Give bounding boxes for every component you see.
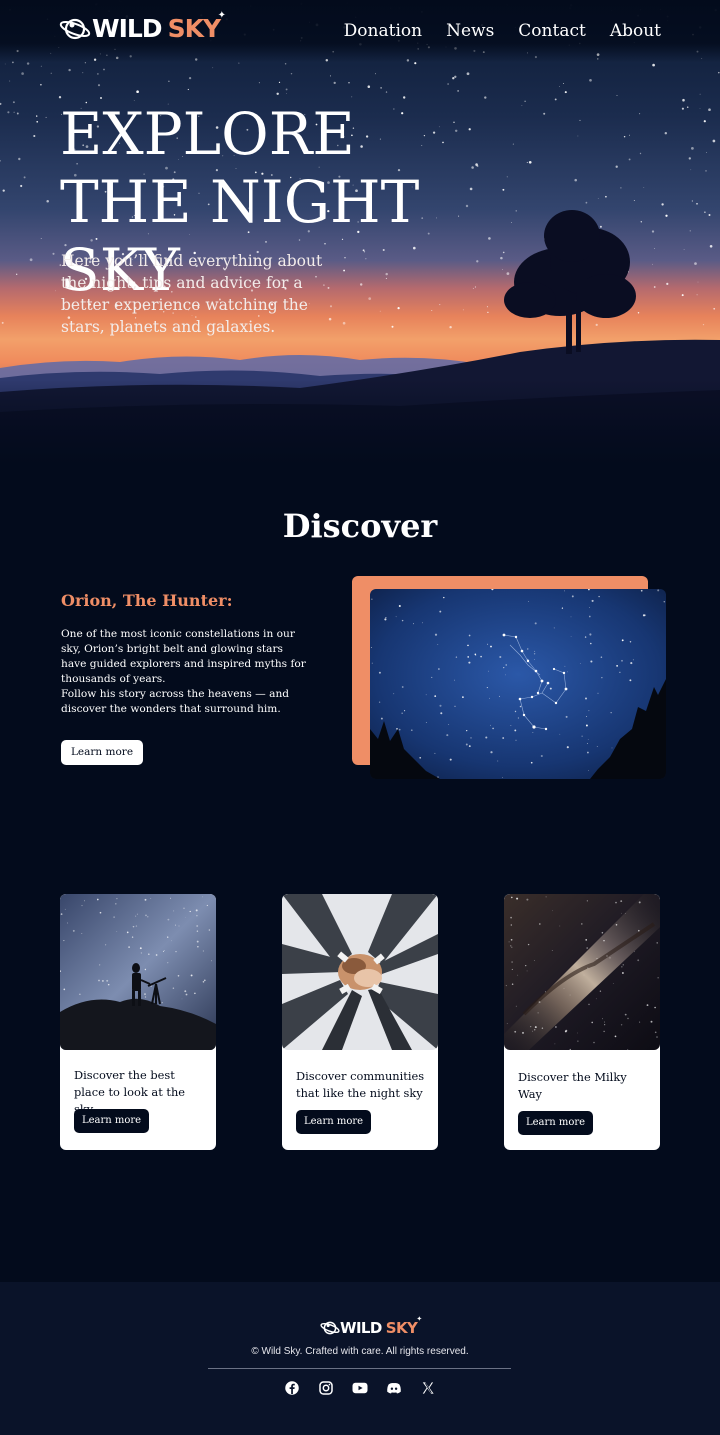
planet-logo-icon [320, 1321, 340, 1335]
card-title: Discover communities that like the night… [296, 1069, 425, 1100]
logo[interactable]: WILD SKY ✦ [59, 10, 226, 45]
footer-divider [208, 1368, 511, 1369]
sparkle-icon: ✦ [217, 10, 227, 21]
feature-paragraph-1: One of the most iconic constellations in… [61, 628, 306, 685]
hands-together-image [282, 894, 438, 1050]
footer-logo[interactable]: WILD SKY ✦ [320, 1315, 422, 1338]
footer-logo-text: WILD [340, 1319, 382, 1337]
card-learn-more-button[interactable]: Learn more [74, 1109, 149, 1133]
social-links [0, 1379, 720, 1397]
main-nav: Donation News Contact About [344, 19, 661, 43]
milky-way-image [504, 894, 660, 1050]
planet-logo-icon [59, 18, 91, 40]
card-best-place[interactable]: Discover the best place to look at the s… [60, 894, 216, 1150]
nav-about[interactable]: About [610, 19, 661, 43]
footer-logo-accent-text: SKY [385, 1319, 418, 1337]
feature-paragraph-2: Follow his story across the heavens — an… [61, 688, 290, 715]
card-communities[interactable]: Discover communities that like the night… [282, 894, 438, 1150]
feature-learn-more-button[interactable]: Learn more [61, 740, 143, 765]
feature-heading: Orion, The Hunter: [61, 591, 233, 610]
discover-title: Discover [282, 507, 438, 545]
orion-constellation-image [370, 589, 666, 779]
card-milky-way[interactable]: Discover the Milky Way Learn more [504, 894, 660, 1150]
sparkle-icon: ✦ [416, 1315, 423, 1323]
hero-section: EXPLORE THE NIGHT SKY Here you’ll find e… [0, 0, 720, 465]
facebook-icon[interactable] [283, 1379, 301, 1397]
nav-contact[interactable]: Contact [518, 19, 586, 43]
card-learn-more-button[interactable]: Learn more [518, 1111, 593, 1135]
card-learn-more-button[interactable]: Learn more [296, 1110, 371, 1134]
x-icon[interactable] [419, 1379, 437, 1397]
nav-donation[interactable]: Donation [344, 19, 422, 43]
youtube-icon[interactable] [351, 1379, 369, 1397]
logo-accent-text: SKY [167, 14, 221, 43]
logo-text: WILD [92, 14, 163, 43]
nav-news[interactable]: News [446, 19, 494, 43]
stargazer-telescope-image [60, 894, 216, 1050]
site-header: WILD SKY ✦ Donation News Contact About [0, 0, 720, 62]
copyright-text: © Wild Sky. Crafted with care. All right… [251, 1346, 469, 1357]
site-footer: WILD SKY ✦ © Wild Sky. Crafted with care… [0, 1282, 720, 1435]
hero-subtitle: Here you’ll find everything about the ni… [61, 252, 323, 336]
card-title: Discover the Milky Way [518, 1070, 627, 1101]
feature-description: One of the most iconic constellations in… [61, 627, 311, 717]
instagram-icon[interactable] [317, 1379, 335, 1397]
discord-icon[interactable] [385, 1379, 403, 1397]
